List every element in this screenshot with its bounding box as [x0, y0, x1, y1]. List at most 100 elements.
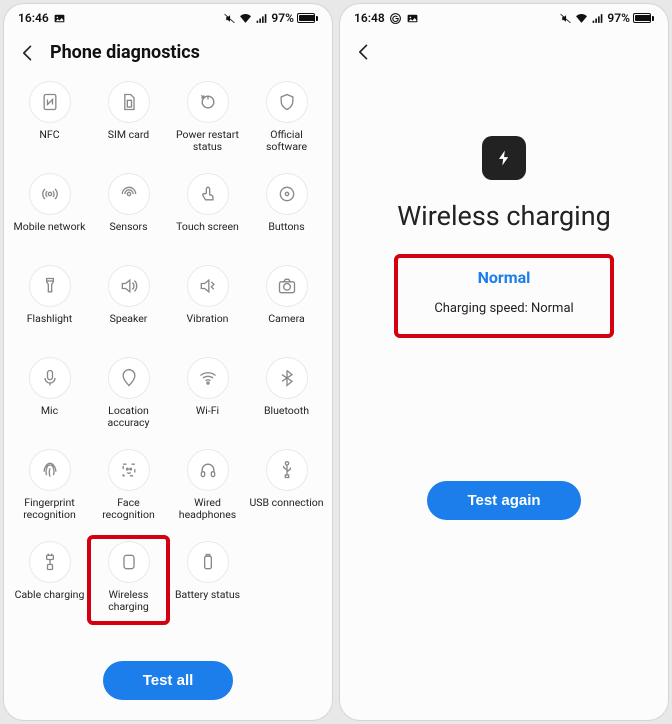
- diagnostic-item-flashlight[interactable]: Flashlight: [10, 261, 89, 343]
- face-icon: [108, 449, 150, 491]
- diagnostic-item-vibration[interactable]: Vibration: [168, 261, 247, 343]
- test-again-button[interactable]: Test again: [427, 481, 580, 520]
- diagnostic-item-headphones[interactable]: Wired headphones: [168, 445, 247, 527]
- diagnostic-item-label: NFC: [39, 129, 59, 141]
- diagnostic-item-label: Official software: [249, 129, 324, 153]
- diagnostic-item-label: Cable charging: [15, 589, 85, 601]
- back-button[interactable]: [18, 43, 38, 63]
- signal-icon: [591, 12, 604, 25]
- diagnostic-item-label: Speaker: [110, 313, 148, 325]
- diagnostic-item-cable-charging[interactable]: Cable charging: [10, 537, 89, 619]
- diagnostic-item-sim[interactable]: SIM card: [89, 77, 168, 159]
- diagnostic-item-label: Touch screen: [176, 221, 239, 233]
- back-button[interactable]: [354, 42, 374, 62]
- diagnostic-item-label: Mobile network: [14, 221, 86, 233]
- gallery-icon: [53, 12, 66, 25]
- vibration-icon: [187, 265, 229, 307]
- phone-left: 16:46 97% Phone diagnostics NFC SIM card P…: [4, 4, 332, 720]
- diagnostic-item-label: Battery status: [175, 589, 240, 601]
- status-time: 16:46: [18, 11, 49, 25]
- speaker-icon: [108, 265, 150, 307]
- diagnostic-item-label: Location accuracy: [91, 405, 166, 429]
- battery-icon: [633, 13, 654, 23]
- status-time: 16:48: [354, 11, 385, 25]
- diagnostic-item-nfc[interactable]: NFC: [10, 77, 89, 159]
- fingerprint-icon: [29, 449, 71, 491]
- diagnostic-item-wifi[interactable]: Wi-Fi: [168, 353, 247, 435]
- diagnostic-item-usb[interactable]: USB connection: [247, 445, 326, 527]
- antenna-icon: [29, 173, 71, 215]
- bolt-icon: [482, 136, 526, 180]
- diagnostic-item-label: USB connection: [249, 497, 323, 509]
- button-dot-icon: [266, 173, 308, 215]
- diagnostic-item-label: Sensors: [110, 221, 148, 233]
- diagnostic-item-label: Wi-Fi: [196, 405, 219, 417]
- touch-icon: [187, 173, 229, 215]
- result-title: Wireless charging: [397, 200, 611, 232]
- page-title: Phone diagnostics: [50, 42, 200, 63]
- header: [340, 32, 668, 76]
- diagnostic-item-battery-status[interactable]: Battery status: [168, 537, 247, 619]
- signal-icon: [255, 12, 268, 25]
- diagnostic-item-restart[interactable]: Power restart status: [168, 77, 247, 159]
- diagnostic-item-label: Face recognition: [91, 497, 166, 521]
- highlight-result: [394, 254, 613, 338]
- cable-charge-icon: [29, 541, 71, 583]
- diagnostic-item-buttons[interactable]: Buttons: [247, 169, 326, 251]
- diagnostic-item-sensors[interactable]: Sensors: [89, 169, 168, 251]
- diagnostic-item-label: Buttons: [268, 221, 304, 233]
- diagnostic-item-speaker[interactable]: Speaker: [89, 261, 168, 343]
- mic-icon: [29, 357, 71, 399]
- status-bar: 16:48 97%: [340, 4, 668, 32]
- phone-right: 16:48 97% Wireless charging Normal Charg: [340, 4, 668, 720]
- diagnostic-item-label: Vibration: [187, 313, 229, 325]
- result-status: Normal: [434, 268, 573, 287]
- camera-icon: [266, 265, 308, 307]
- diagnostics-grid: NFC SIM card Power restart statusOfficial …: [4, 77, 332, 651]
- status-battery-pct: 97%: [271, 11, 294, 25]
- nfc-icon: [29, 81, 71, 123]
- diagnostic-item-touch[interactable]: Touch screen: [168, 169, 247, 251]
- location-icon: [108, 357, 150, 399]
- diagnostic-item-mobile-network[interactable]: Mobile network: [10, 169, 89, 251]
- diagnostic-item-camera[interactable]: Camera: [247, 261, 326, 343]
- bluetooth-icon: [266, 357, 308, 399]
- diagnostic-item-label: Power restart status: [170, 129, 245, 153]
- back-icon: [18, 43, 38, 63]
- diagnostic-item-mic[interactable]: Mic: [10, 353, 89, 435]
- diagnostic-item-label: SIM card: [108, 129, 149, 141]
- diagnostic-item-label: Mic: [41, 405, 58, 417]
- diagnostic-item-label: Fingerprint recognition: [12, 497, 87, 521]
- wifi-icon: [239, 12, 252, 25]
- diagnostic-item-fingerprint[interactable]: Fingerprint recognition: [10, 445, 89, 527]
- shield-icon: [266, 81, 308, 123]
- diagnostic-item-wireless-charging[interactable]: Wireless charging: [89, 537, 168, 619]
- wifi-icon: [575, 12, 588, 25]
- status-bar: 16:46 97%: [4, 4, 332, 32]
- restart-icon: [187, 81, 229, 123]
- mute-icon: [223, 12, 236, 25]
- gallery-icon: [406, 12, 419, 25]
- diagnostic-item-label: Camera: [268, 313, 304, 325]
- google-icon: [389, 12, 402, 25]
- test-all-button[interactable]: Test all: [103, 661, 234, 700]
- diagnostic-item-software[interactable]: Official software: [247, 77, 326, 159]
- diagnostic-item-label: Wired headphones: [170, 497, 245, 521]
- battery-icon: [297, 13, 318, 23]
- diagnostic-item-label: Flashlight: [27, 313, 73, 325]
- flashlight-icon: [29, 265, 71, 307]
- sensors-icon: [108, 173, 150, 215]
- result-detail: Charging speed: Normal: [434, 301, 573, 316]
- status-battery-pct: 97%: [607, 11, 630, 25]
- diagnostic-item-location[interactable]: Location accuracy: [89, 353, 168, 435]
- back-icon: [354, 42, 374, 62]
- headphones-icon: [187, 449, 229, 491]
- usb-icon: [266, 449, 308, 491]
- sim-icon: [108, 81, 150, 123]
- mute-icon: [559, 12, 572, 25]
- result-area: Wireless charging Normal Charging speed:…: [340, 76, 668, 471]
- bolt-box-icon: [108, 541, 150, 583]
- diagnostic-item-bluetooth[interactable]: Bluetooth: [247, 353, 326, 435]
- battery-icon: [187, 541, 229, 583]
- diagnostic-item-face[interactable]: Face recognition: [89, 445, 168, 527]
